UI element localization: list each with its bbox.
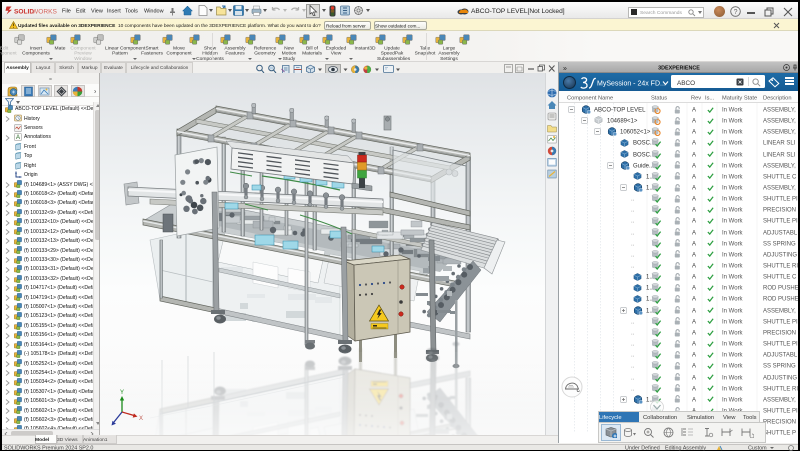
svg-text:Y: Y: [120, 390, 124, 396]
svg-text:A: A: [16, 135, 20, 141]
svg-text:X: X: [139, 416, 143, 422]
svg-text:WORKS: WORKS: [32, 9, 58, 16]
svg-text:?: ?: [734, 9, 738, 16]
